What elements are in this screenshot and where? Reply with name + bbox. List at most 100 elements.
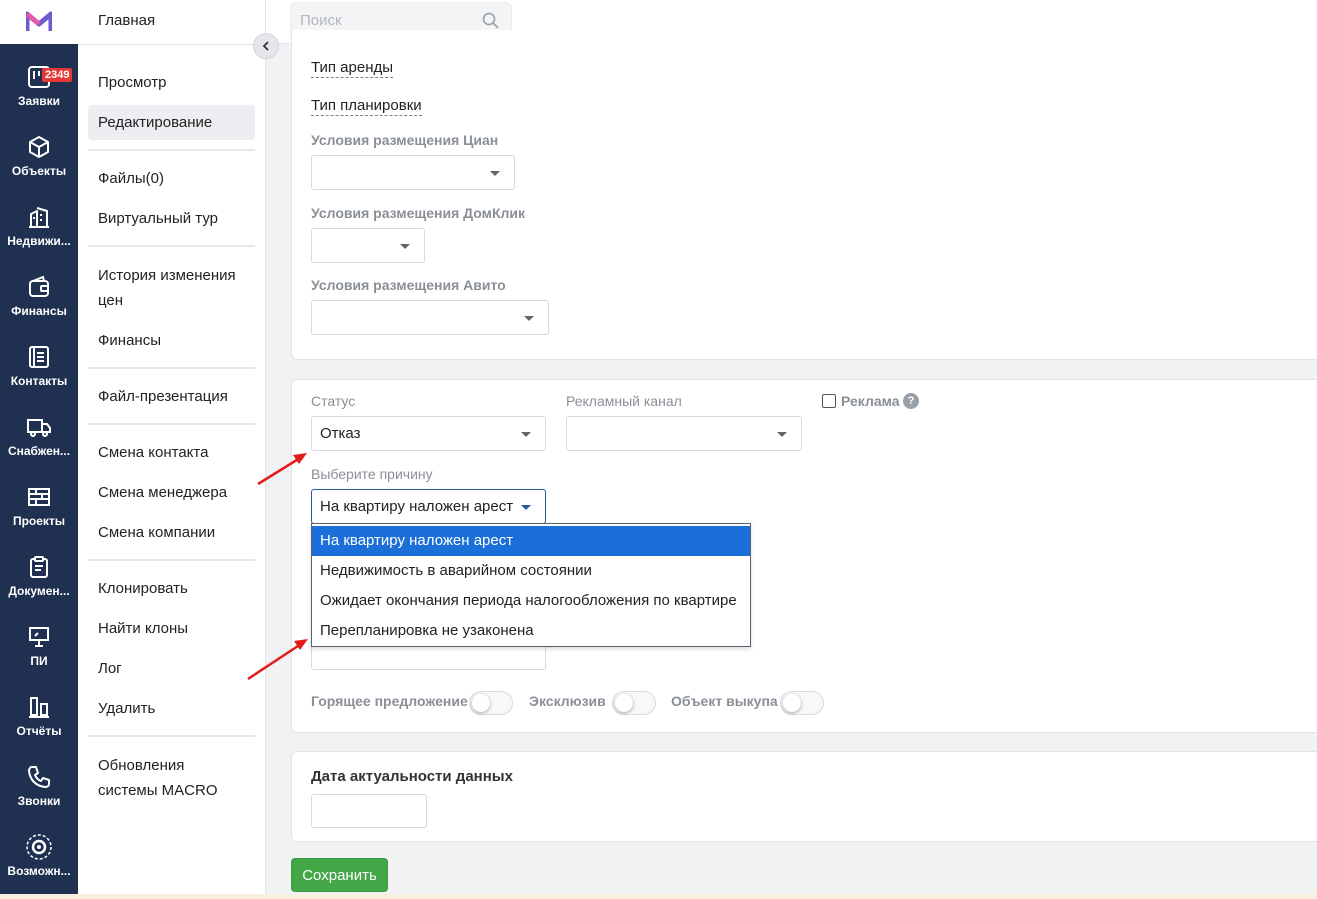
ad-channel-label: Рекламный канал xyxy=(566,393,682,409)
nav-label: Финансы xyxy=(11,304,67,318)
rent-type-link[interactable]: Тип аренды xyxy=(311,59,394,78)
reason-option[interactable]: На квартиру наложен арест xyxy=(312,526,750,556)
bar-chart-icon xyxy=(24,692,54,722)
collapse-sidebar-button[interactable] xyxy=(253,33,279,59)
nav-label: Отчёты xyxy=(16,724,62,738)
divider xyxy=(88,367,255,369)
nav-documents[interactable]: Докумен... xyxy=(0,540,78,610)
domclick-select[interactable] xyxy=(311,228,425,263)
buyout-toggle[interactable] xyxy=(780,691,824,715)
menu-finance[interactable]: Финансы xyxy=(88,328,255,353)
status-select[interactable]: Отказ xyxy=(311,416,546,451)
menu-macro-updates[interactable]: Обновления xyxy=(88,753,255,778)
logo-icon xyxy=(26,11,52,31)
layout-type-link[interactable]: Тип планировки xyxy=(311,97,422,116)
avito-select[interactable] xyxy=(311,300,549,335)
reason-option[interactable]: Недвижимость в аварийном состоянии xyxy=(312,556,750,586)
nav-label: Снабжен... xyxy=(7,444,71,458)
menu-change-contact[interactable]: Смена контакта xyxy=(88,440,255,465)
divider xyxy=(88,149,255,151)
buyout-label: Объект выкупа xyxy=(671,693,778,709)
reason-label: Выберите причину xyxy=(311,466,433,482)
menu-log[interactable]: Лог xyxy=(88,656,255,681)
help-icon[interactable]: ? xyxy=(903,393,919,409)
search-placeholder: Поиск xyxy=(300,12,342,29)
status-value: Отказ xyxy=(320,425,361,442)
menu-delete[interactable]: Удалить xyxy=(88,696,255,721)
nav-requests[interactable]: Заявки xyxy=(0,50,78,120)
menu-change-manager[interactable]: Смена менеджера xyxy=(88,480,255,505)
data-date-card xyxy=(291,751,1317,842)
menu-macro-updates-line2[interactable]: системы MACRO xyxy=(88,778,255,803)
nav-features[interactable]: Возможн... xyxy=(0,820,78,890)
nav-label: ПИ xyxy=(30,654,48,668)
nav-label: Контакты xyxy=(10,374,68,388)
menu-change-company[interactable]: Смена компании xyxy=(88,520,255,545)
nav-finance[interactable]: Финансы xyxy=(0,260,78,330)
chevron-down-icon xyxy=(521,505,531,510)
reason-option[interactable]: Ожидает окончания периода налогообложени… xyxy=(312,586,750,616)
truck-icon xyxy=(24,412,54,442)
reason-option[interactable]: Перепланировка не узаконена xyxy=(312,616,750,646)
toggle-knob xyxy=(783,694,801,712)
nav-label: Объекты xyxy=(11,164,67,178)
avito-label: Условия размещения Авито xyxy=(311,277,506,293)
exclusive-toggle[interactable] xyxy=(612,691,656,715)
nav-pi[interactable]: ПИ xyxy=(0,610,78,680)
nav-supply[interactable]: Снабжен... xyxy=(0,400,78,470)
wallet-icon xyxy=(24,272,54,302)
divider xyxy=(88,423,255,425)
chevron-down-icon xyxy=(524,316,534,321)
nav-contacts[interactable]: Контакты xyxy=(0,330,78,400)
menu-price-history[interactable]: История изменения xyxy=(88,263,255,288)
cian-select[interactable] xyxy=(311,155,515,190)
menu-edit[interactable]: Редактирование xyxy=(88,105,255,140)
divider xyxy=(88,245,255,247)
context-menu: Главная Просмотр Редактирование Файлы(0)… xyxy=(78,0,266,899)
reason-value: На квартиру наложен арест xyxy=(320,498,514,515)
ads-checkbox[interactable] xyxy=(822,394,836,408)
divider xyxy=(78,44,266,45)
menu-find-clones[interactable]: Найти клоны xyxy=(88,616,255,641)
home-link[interactable]: Главная xyxy=(98,12,155,29)
data-date-title: Дата актуальности данных xyxy=(311,768,513,785)
chevron-down-icon xyxy=(777,432,787,437)
presentation-icon xyxy=(24,622,54,652)
nav-label: Недвижи... xyxy=(7,234,71,248)
nav-realty[interactable]: Недвижи... xyxy=(0,190,78,260)
menu-virtual-tour[interactable]: Виртуальный тур xyxy=(88,206,255,231)
reason-select[interactable]: На квартиру наложен арест xyxy=(311,489,546,524)
phone-icon xyxy=(24,762,54,792)
ads-label: Реклама xyxy=(841,393,900,409)
menu-files[interactable]: Файлы(0) xyxy=(88,166,255,191)
building-icon xyxy=(24,202,54,232)
nav-reports[interactable]: Отчёты xyxy=(0,680,78,750)
search-icon xyxy=(482,12,499,29)
save-button[interactable]: Сохранить xyxy=(291,858,388,892)
grid-icon xyxy=(24,482,54,512)
chevron-down-icon xyxy=(400,244,410,249)
nav-objects[interactable]: Объекты xyxy=(0,120,78,190)
menu-file-presentation[interactable]: Файл-презентация xyxy=(88,384,255,409)
menu-view[interactable]: Просмотр xyxy=(88,70,255,95)
hot-offer-label: Горящее предложение xyxy=(311,693,468,709)
nav-projects[interactable]: Проекты xyxy=(0,470,78,540)
nav-label: Заявки xyxy=(18,94,60,108)
menu-clone[interactable]: Клонировать xyxy=(88,576,255,601)
exclusive-label: Эксклюзив xyxy=(529,693,606,709)
app-logo[interactable] xyxy=(0,0,78,44)
nav-label: Докумен... xyxy=(8,584,70,598)
menu-price-history-line2[interactable]: цен xyxy=(88,288,255,313)
chevron-down-icon xyxy=(521,432,531,437)
reason-dropdown: На квартиру наложен арест Недвижимость в… xyxy=(311,523,751,647)
nav-label: Возможн... xyxy=(7,864,71,878)
cube-icon xyxy=(24,132,54,162)
nav-label: Звонки xyxy=(17,794,61,808)
bottom-strip xyxy=(0,894,1317,899)
ad-channel-select[interactable] xyxy=(566,416,802,451)
contacts-icon xyxy=(24,342,54,372)
nav-calls[interactable]: Звонки xyxy=(0,750,78,820)
data-date-input[interactable] xyxy=(311,794,427,828)
hot-offer-toggle[interactable] xyxy=(469,691,513,715)
clipboard-icon xyxy=(24,552,54,582)
